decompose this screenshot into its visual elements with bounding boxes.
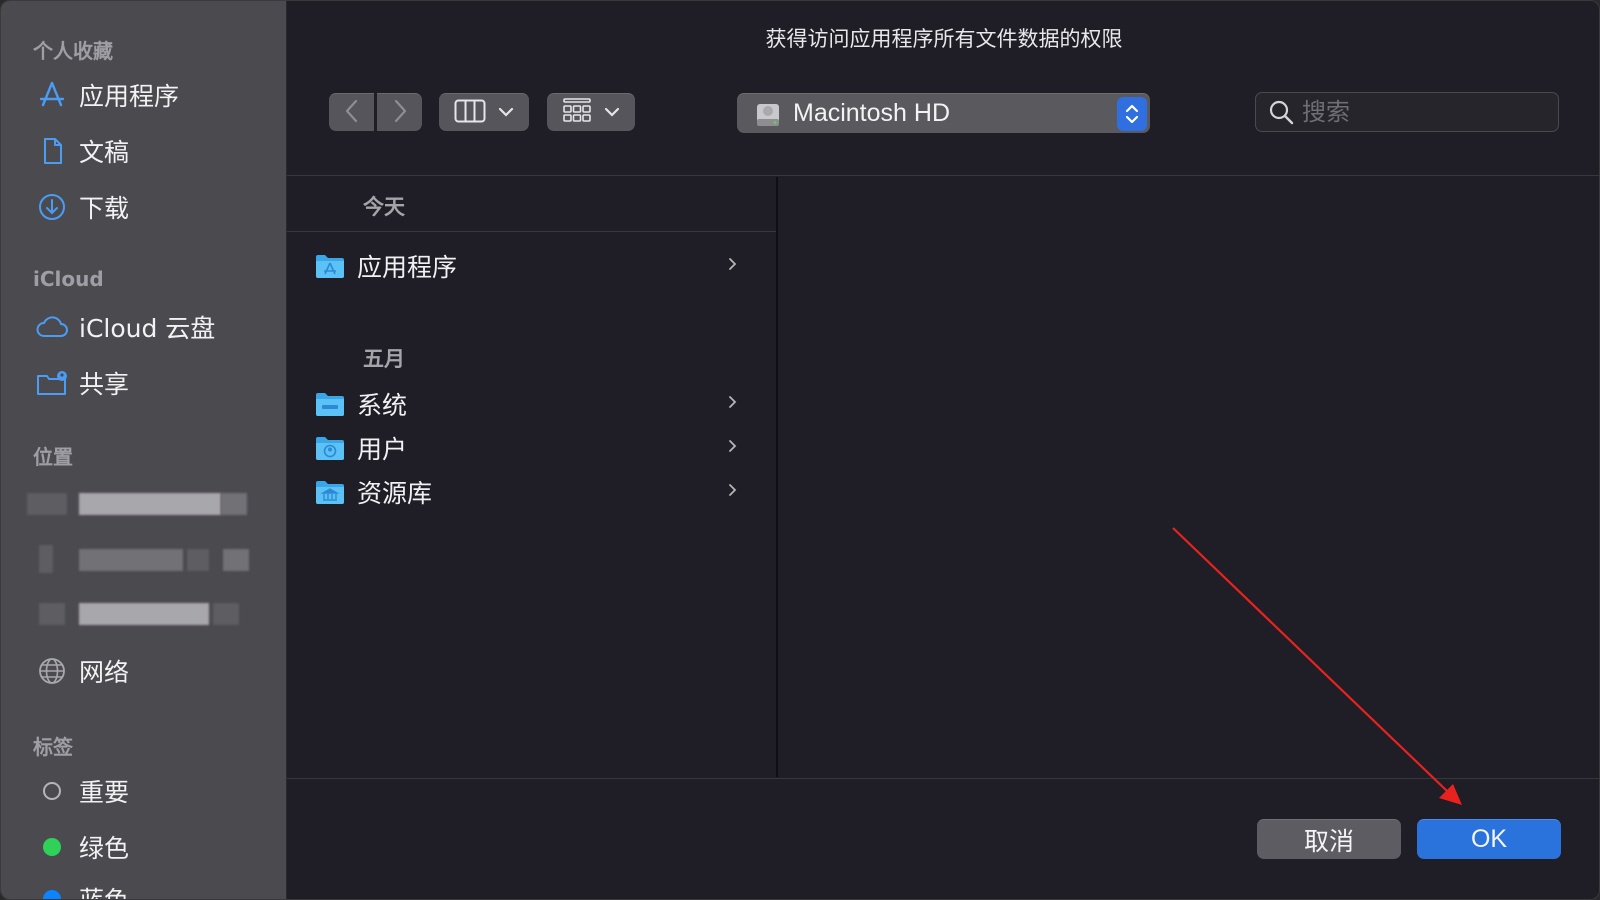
dialog-title: 获得访问应用程序所有文件数据的权限 bbox=[765, 27, 1123, 51]
chevron-right-icon bbox=[392, 98, 408, 128]
hard-drive-icon bbox=[753, 99, 783, 129]
sidebar-item-applications[interactable]: 应用程序 bbox=[35, 75, 275, 115]
sidebar-item-icloud-drive[interactable]: iCloud 云盘 bbox=[35, 307, 275, 347]
download-icon bbox=[35, 190, 69, 224]
sidebar-item-label: 下载 bbox=[79, 194, 130, 223]
applications-folder-icon bbox=[315, 253, 345, 279]
chevron-down-icon bbox=[498, 103, 514, 122]
file-row-applications[interactable]: 应用程序 bbox=[315, 246, 747, 286]
chevron-left-icon bbox=[344, 98, 360, 128]
sidebar-tag-blue[interactable]: 蓝色 bbox=[35, 879, 275, 899]
shared-folder-icon bbox=[35, 366, 69, 400]
file-row-users[interactable]: 用户 bbox=[315, 428, 747, 468]
cloud-icon bbox=[35, 310, 69, 344]
back-button[interactable] bbox=[329, 93, 374, 131]
ok-button[interactable]: OK bbox=[1417, 819, 1561, 859]
sidebar-header-favorites: 个人收藏 bbox=[33, 39, 113, 63]
sidebar-item-downloads[interactable]: 下载 bbox=[35, 187, 275, 227]
file-open-dialog: 个人收藏 应用程序 文稿 下载 iCloud iCloud 云盘 共享 位置 网… bbox=[0, 0, 1600, 900]
sidebar-item-label: 应用程序 bbox=[79, 82, 180, 111]
sidebar-item-label: 文稿 bbox=[79, 138, 130, 167]
file-name: 资源库 bbox=[357, 479, 433, 508]
sidebar-item-redacted-location[interactable] bbox=[27, 545, 257, 577]
group-by-button[interactable] bbox=[547, 93, 635, 131]
file-name: 应用程序 bbox=[357, 253, 458, 282]
forward-button[interactable] bbox=[377, 93, 422, 131]
sidebar-item-label: 绿色 bbox=[79, 834, 130, 863]
sidebar-item-documents[interactable]: 文稿 bbox=[35, 131, 275, 171]
chevron-right-icon bbox=[727, 256, 741, 276]
sidebar-item-label: 重要 bbox=[79, 778, 130, 807]
columns-view-icon bbox=[454, 99, 486, 127]
footer-divider bbox=[287, 778, 1599, 779]
location-popup[interactable]: Macintosh HD bbox=[737, 93, 1150, 133]
document-icon bbox=[35, 134, 69, 168]
sidebar-item-redacted-location[interactable] bbox=[27, 599, 257, 631]
tag-dot-icon bbox=[35, 882, 69, 899]
chevron-right-icon bbox=[727, 394, 741, 414]
group-header-may: 五月 bbox=[363, 347, 405, 371]
sidebar-item-label: 网络 bbox=[79, 658, 130, 687]
sidebar-item-label: 共享 bbox=[79, 370, 130, 399]
cancel-button[interactable]: 取消 bbox=[1257, 819, 1401, 859]
library-folder-icon bbox=[315, 479, 345, 505]
search-icon bbox=[1268, 99, 1294, 125]
sidebar-header-icloud: iCloud bbox=[33, 267, 104, 291]
file-name: 用户 bbox=[357, 435, 408, 464]
search-field[interactable] bbox=[1255, 92, 1559, 132]
globe-icon bbox=[35, 654, 69, 688]
sidebar-header-tags: 标签 bbox=[33, 735, 73, 759]
sidebar-tag-green[interactable]: 绿色 bbox=[35, 827, 275, 867]
system-folder-icon bbox=[315, 391, 345, 417]
sidebar-item-label: iCloud 云盘 bbox=[79, 314, 216, 343]
users-folder-icon bbox=[315, 435, 345, 461]
group-divider bbox=[287, 231, 776, 232]
search-input[interactable] bbox=[1300, 97, 1534, 127]
view-mode-button[interactable] bbox=[439, 93, 529, 131]
sidebar-item-network[interactable]: 网络 bbox=[35, 651, 275, 691]
chevron-right-icon bbox=[727, 438, 741, 458]
file-row-system[interactable]: 系统 bbox=[315, 384, 747, 424]
sidebar-header-locations: 位置 bbox=[33, 445, 73, 469]
sidebar-item-label: 蓝色 bbox=[79, 881, 129, 899]
location-label: Macintosh HD bbox=[793, 99, 950, 127]
sidebar-item-shared[interactable]: 共享 bbox=[35, 363, 275, 403]
sidebar-item-redacted-location[interactable] bbox=[27, 489, 257, 521]
sidebar: 个人收藏 应用程序 文稿 下载 iCloud iCloud 云盘 共享 位置 网… bbox=[1, 1, 287, 899]
chevron-right-icon bbox=[727, 482, 741, 502]
file-row-library[interactable]: 资源库 bbox=[315, 472, 747, 512]
tag-dot-icon bbox=[35, 774, 69, 808]
sidebar-tag-important[interactable]: 重要 bbox=[35, 771, 275, 811]
grid-icon bbox=[562, 97, 592, 128]
applications-icon bbox=[35, 78, 69, 112]
column-divider[interactable] bbox=[776, 177, 778, 777]
main-pane: 获得访问应用程序所有文件数据的权限 Macintosh HD 搜索 今天 应用程… bbox=[287, 1, 1599, 899]
tag-dot-icon bbox=[35, 830, 69, 864]
toolbar-divider bbox=[287, 175, 1599, 176]
chevron-down-icon bbox=[604, 103, 620, 122]
group-header-today: 今天 bbox=[363, 195, 405, 219]
file-name: 系统 bbox=[357, 391, 408, 420]
popup-stepper-icon bbox=[1117, 97, 1147, 131]
